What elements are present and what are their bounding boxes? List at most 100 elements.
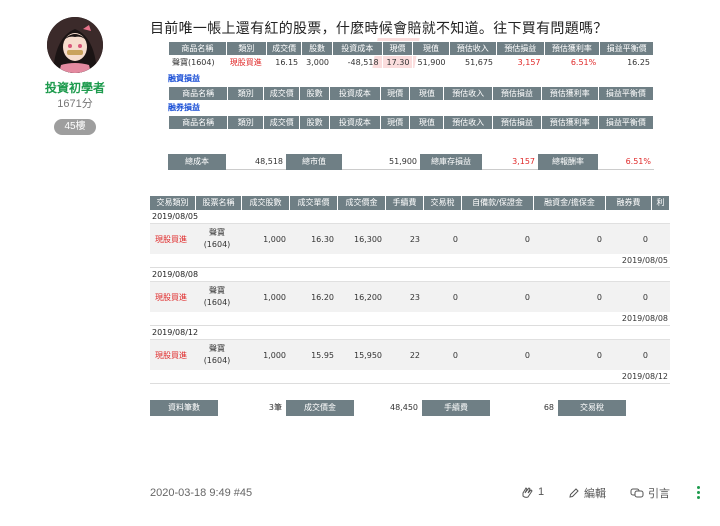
trade-cell: 0 — [596, 292, 602, 302]
trade-settle-date: 2019/08/12 — [150, 370, 670, 384]
post-meta[interactable]: 2020-03-18 9:49 #45 — [150, 487, 252, 499]
trade-cell: 16,200 — [354, 292, 382, 302]
trade-cell: 23 — [409, 292, 420, 302]
column-header: 成交價 — [263, 115, 301, 130]
trade-cell: 15.95 — [311, 350, 334, 360]
author-score: 1671分 — [57, 98, 93, 110]
column-header: 現價 — [379, 86, 411, 101]
trade-column-header: 自備款/保證金 — [462, 196, 534, 210]
column-header: 投資成本 — [332, 41, 383, 56]
trade-cell: 0 — [596, 234, 602, 244]
holdings-cell: 51,900 — [412, 55, 450, 70]
trade-column-header: 成交價金 — [338, 196, 386, 210]
trade-column-header: 交易稅 — [424, 196, 462, 210]
author-name[interactable]: 投資初學者 — [30, 79, 120, 96]
trade-column-header: 融資金/擔保金 — [534, 196, 606, 210]
trade-cell: 23 — [409, 234, 420, 244]
column-header: 成交價 — [263, 86, 301, 101]
trade-cell: 16,300 — [354, 234, 382, 244]
holdings-cell: 3,000 — [301, 55, 333, 70]
trade-cell: 0 — [452, 350, 458, 360]
column-header: 類別 — [225, 41, 268, 56]
trade-column-header: 利 — [652, 196, 670, 210]
column-header: 損益平衡價 — [597, 115, 655, 130]
trade-cell: 1,000 — [263, 292, 286, 302]
margin-table: 商品名稱 類別 成交價 股數 投資成本 現價 現值 預估收入 預估損益 預估獲利率 損益平衡價 — [167, 86, 655, 101]
summary-label: 總報酬率 — [538, 154, 598, 170]
holdings-cell: 16.25 — [599, 55, 654, 70]
quote-label: 引言 — [648, 488, 670, 500]
summary-value: 6.51% — [598, 154, 654, 170]
column-header: 預估損益 — [496, 41, 545, 56]
holdings-cell: 聲寶(1604) — [168, 55, 227, 70]
trade-settle-date: 2019/08/08 — [150, 312, 670, 326]
column-header: 現值 — [412, 41, 450, 56]
holdings-cell: -48,518 — [332, 55, 383, 70]
forum-post: 投資初學者 1671分 45樓 目前唯一帳上還有紅的股票，什麼時候會賠就不知道。… — [0, 0, 720, 526]
trade-cell: 聲寶 (1604) — [203, 228, 231, 249]
trade-cell: 1,000 — [263, 350, 286, 360]
holdings-cell: 6.51% — [543, 55, 601, 70]
holdings-cell: 3,157 — [496, 55, 545, 70]
trade-settle-date: 2019/08/05 — [150, 254, 670, 268]
trade-column-header: 成交單價 — [290, 196, 338, 210]
trade-cell: 1,000 — [263, 234, 286, 244]
trade-column-header: 股票名稱 — [196, 196, 242, 210]
column-header: 預估收入 — [443, 115, 493, 130]
column-header: 預估損益 — [491, 115, 542, 130]
quote-button[interactable]: 引言 — [630, 485, 670, 501]
column-header: 預估獲利率 — [543, 41, 601, 56]
clap-icon — [522, 487, 533, 498]
trade-cell: 0 — [642, 292, 648, 302]
pencil-icon — [569, 488, 579, 498]
trade-row: 現股買進 聲寶 (1604) 1,000 15.95 15,950 22 0 0 0 0 — [150, 340, 670, 370]
trade-cell: 15,950 — [354, 350, 382, 360]
edit-label: 編輯 — [584, 488, 606, 500]
footer-value: 48,450 — [390, 403, 418, 412]
trade-cell: 16.20 — [311, 292, 334, 302]
trade-cell: 0 — [524, 292, 530, 302]
footer-value: 3筆 — [268, 403, 282, 412]
trade-cell: 現股買進 — [155, 292, 187, 302]
trade-date: 2019/08/12 — [150, 326, 670, 340]
margin-label: 融資損益 — [168, 74, 200, 83]
summary-label: 總市值 — [286, 154, 342, 170]
quote-icon — [630, 488, 644, 498]
trade-column-header: 手續費 — [386, 196, 424, 210]
like-count: 1 — [538, 486, 545, 498]
trade-cell: 聲寶 (1604) — [203, 286, 231, 307]
footer-label: 交易稅 — [558, 400, 626, 416]
column-header: 預估獲利率 — [540, 115, 599, 130]
column-header: 投資成本 — [328, 86, 381, 101]
floor-badge: 45樓 — [54, 119, 96, 135]
column-header: 成交價 — [266, 41, 303, 56]
edit-button[interactable]: 編輯 — [568, 485, 606, 501]
trade-cell: 0 — [524, 350, 530, 360]
column-header: 股數 — [299, 115, 330, 130]
trade-date: 2019/08/05 — [150, 210, 670, 224]
footer-label: 成交價金 — [286, 400, 354, 416]
column-header: 類別 — [227, 115, 265, 130]
footer-label: 手續費 — [422, 400, 490, 416]
post-title: 目前唯一帳上還有紅的股票，什麼時候會賠就不知道。往下買有問題嗎？ — [150, 20, 608, 36]
trade-cell: 0 — [596, 350, 602, 360]
more-options-icon[interactable] — [694, 485, 702, 501]
trade-cell: 0 — [452, 292, 458, 302]
short-label: 融券損益 — [168, 103, 200, 112]
trade-cell: 16.30 — [311, 234, 334, 244]
column-header: 預估獲利率 — [540, 86, 599, 101]
author-avatar[interactable] — [47, 17, 103, 73]
trade-cell: 0 — [642, 234, 648, 244]
column-header: 商品名稱 — [167, 115, 229, 130]
column-header: 預估收入 — [448, 41, 498, 56]
column-header: 商品名稱 — [167, 86, 229, 101]
holdings-cell: 現股買進 — [225, 55, 268, 70]
column-header: 現值 — [409, 115, 445, 130]
like-button[interactable]: 1 — [520, 485, 544, 499]
column-header: 現值 — [409, 86, 445, 101]
trade-footer: 資料筆數 3筆 成交價金 48,450 手續費 68 交易稅 — [150, 400, 670, 416]
summary-value: 48,518 — [226, 154, 286, 170]
trade-row: 現股買進 聲寶 (1604) 1,000 16.30 16,300 23 0 0 0 0 — [150, 224, 670, 254]
trade-cell: 聲寶 (1604) — [203, 344, 231, 365]
trade-column-header: 成交股數 — [242, 196, 290, 210]
